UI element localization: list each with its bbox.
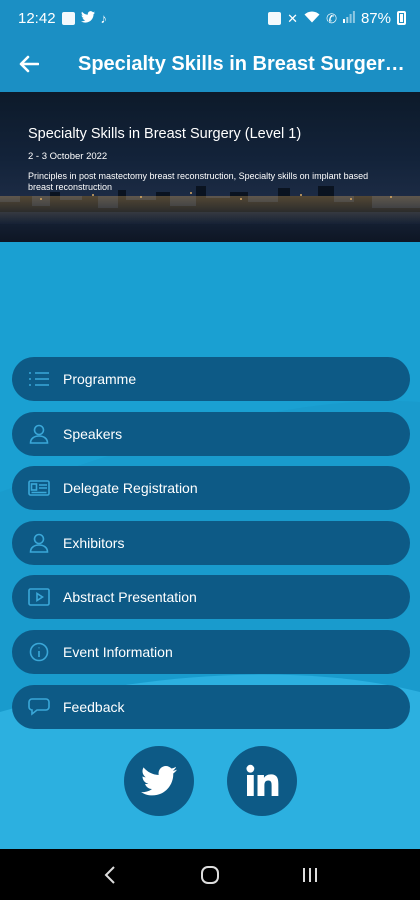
menu-item-exhibitors[interactable]: Exhibitors (12, 520, 410, 565)
gallery-icon (61, 11, 75, 25)
id-card-icon (26, 475, 52, 501)
info-icon (26, 639, 52, 665)
home-circle-icon (201, 865, 219, 884)
menu-item-event-information[interactable]: Event Information (12, 629, 410, 674)
banner-title: Specialty Skills in Breast Surgery (Leve… (28, 126, 302, 142)
twitter-button[interactable] (124, 746, 194, 816)
video-icon (26, 584, 52, 610)
nav-home-button[interactable] (190, 855, 230, 895)
banner-date: 2 - 3 October 2022 (28, 151, 108, 162)
person-icon (26, 421, 52, 447)
nfc-icon (268, 11, 282, 25)
mute-icon: ✕ (287, 10, 299, 26)
menu-item-programme[interactable]: Programme (12, 357, 410, 401)
battery-percent: 87% (360, 9, 391, 27)
status-left: 12:42 ♪ (18, 10, 107, 27)
nav-recents-button[interactable] (290, 855, 330, 895)
event-banner: Specialty Skills in Breast Surgery (Leve… (0, 92, 420, 242)
person-icon (26, 530, 52, 556)
signal-icon (342, 10, 355, 27)
chat-icon (26, 694, 52, 720)
menu-label-speakers: Speakers (63, 425, 123, 442)
twitter-icon (141, 766, 177, 796)
social-links (0, 746, 420, 816)
status-bar: 12:42 ♪ ✕ ✆ 87% (0, 0, 420, 36)
twitter-icon (80, 10, 95, 27)
calling-icon: ✆ (326, 10, 337, 26)
water-reflection (0, 196, 420, 224)
main-menu: Programme Speakers Delegate Registration… (12, 357, 410, 739)
linkedin-button[interactable] (227, 746, 297, 816)
status-time: 12:42 (18, 9, 56, 27)
recents-icon (303, 867, 317, 882)
menu-label-feedback: Feedback (63, 698, 125, 715)
back-button[interactable] (0, 36, 58, 92)
tiktok-icon: ♪ (100, 10, 108, 26)
banner-description: Principles in post mastectomy breast rec… (28, 171, 369, 193)
menu-label-abstract-presentation: Abstract Presentation (63, 589, 197, 606)
menu-item-speakers[interactable]: Speakers (12, 411, 410, 456)
status-right: ✕ ✆ 87% (268, 10, 406, 27)
system-nav-bar (0, 849, 420, 900)
menu-label-programme: Programme (63, 371, 137, 387)
app-bar: Specialty Skills in Breast Surger… (0, 36, 420, 92)
chevron-left-icon (104, 865, 115, 884)
battery-icon (397, 11, 406, 25)
wifi-icon (304, 10, 320, 27)
banner-content: Specialty Skills in Breast Surgery (Leve… (28, 126, 378, 194)
menu-label-delegate-registration: Delegate Registration (63, 480, 198, 497)
menu-item-feedback[interactable]: Feedback (12, 684, 410, 729)
nav-back-button[interactable] (90, 855, 130, 895)
menu-item-abstract-presentation[interactable]: Abstract Presentation (12, 575, 410, 620)
menu-item-delegate-registration[interactable]: Delegate Registration (12, 466, 410, 511)
menu-label-exhibitors: Exhibitors (63, 534, 125, 551)
arrow-left-icon (19, 55, 39, 73)
menu-label-event-information: Event Information (63, 643, 173, 660)
linkedin-icon (246, 764, 279, 796)
page-title: Specialty Skills in Breast Surger… (78, 52, 405, 75)
list-icon (26, 366, 52, 392)
